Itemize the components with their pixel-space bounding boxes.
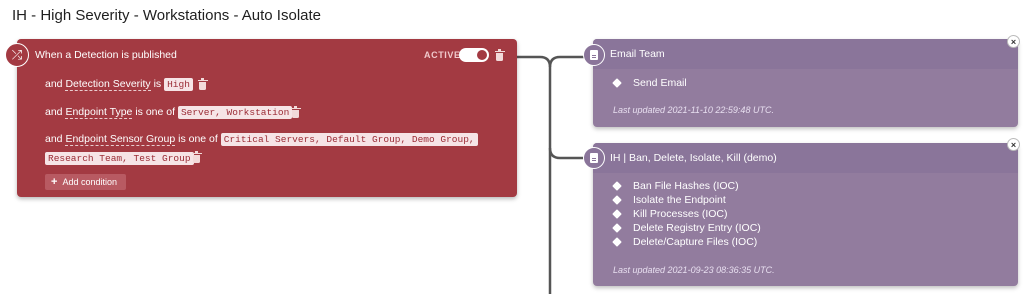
status-label: ACTIVE	[424, 50, 461, 60]
action-card-email-team[interactable]: Email Team Send Email Last updated 2021-…	[593, 39, 1018, 127]
close-icon[interactable]: ×	[1007, 35, 1020, 48]
active-toggle[interactable]	[459, 48, 489, 62]
condition-value[interactable]: High	[164, 78, 193, 91]
action-step: Isolate the Endpoint	[612, 193, 761, 207]
condition-row: and Detection Severity is High	[45, 78, 193, 91]
condition-field[interactable]: Endpoint Type	[65, 106, 133, 119]
condition-value[interactable]: Server, Workstation	[177, 106, 293, 119]
close-icon[interactable]: ×	[1007, 138, 1020, 151]
last-updated: Last updated 2021-09-23 08:36:35 UTC.	[613, 265, 775, 275]
action-step: Kill Processes (IOC)	[612, 207, 761, 221]
delete-condition-trash-icon[interactable]	[290, 106, 301, 118]
delete-condition-trash-icon[interactable]	[197, 78, 208, 90]
trigger-title: When a Detection is published	[35, 49, 177, 61]
cube-icon	[612, 237, 622, 247]
add-condition-button[interactable]: + Add condition	[45, 174, 126, 190]
condition-value[interactable]: Critical Servers, Default Group, Demo Gr…	[220, 133, 478, 146]
document-icon	[583, 44, 605, 66]
condition-field[interactable]: Detection Severity	[65, 78, 151, 91]
plus-icon: +	[51, 176, 58, 188]
action-title: IH | Ban, Delete, Isolate, Kill (demo)	[610, 152, 777, 164]
trigger-card[interactable]: When a Detection is published ACTIVE and…	[17, 39, 517, 197]
condition-row: and Endpoint Type is one of Server, Work…	[45, 106, 293, 119]
last-updated: Last updated 2021-11-10 22:59:48 UTC.	[613, 105, 774, 115]
delete-condition-trash-icon[interactable]	[191, 151, 202, 163]
condition-value[interactable]: Research Team, Test Group	[45, 152, 194, 165]
cube-icon	[612, 195, 622, 205]
cube-icon	[612, 78, 622, 88]
action-step: Ban File Hashes (IOC)	[612, 179, 761, 193]
cube-icon	[612, 223, 622, 233]
condition-row: and Endpoint Sensor Group is one of Crit…	[45, 133, 478, 146]
condition-field[interactable]: Endpoint Sensor Group	[65, 133, 176, 146]
action-step: Send Email	[612, 76, 687, 90]
delete-trigger-trash-icon[interactable]	[494, 49, 505, 61]
action-step: Delete Registry Entry (IOC)	[612, 221, 761, 235]
condition-row-continued: Research Team, Test Group	[45, 152, 194, 165]
action-card-ih-ban-delete[interactable]: IH | Ban, Delete, Isolate, Kill (demo) B…	[593, 143, 1018, 286]
action-title: Email Team	[610, 48, 665, 60]
cube-icon	[612, 181, 622, 191]
document-icon	[583, 147, 605, 169]
cube-icon	[612, 209, 622, 219]
shuffle-icon: ⤮	[5, 43, 29, 67]
action-step: Delete/Capture Files (IOC)	[612, 235, 761, 249]
